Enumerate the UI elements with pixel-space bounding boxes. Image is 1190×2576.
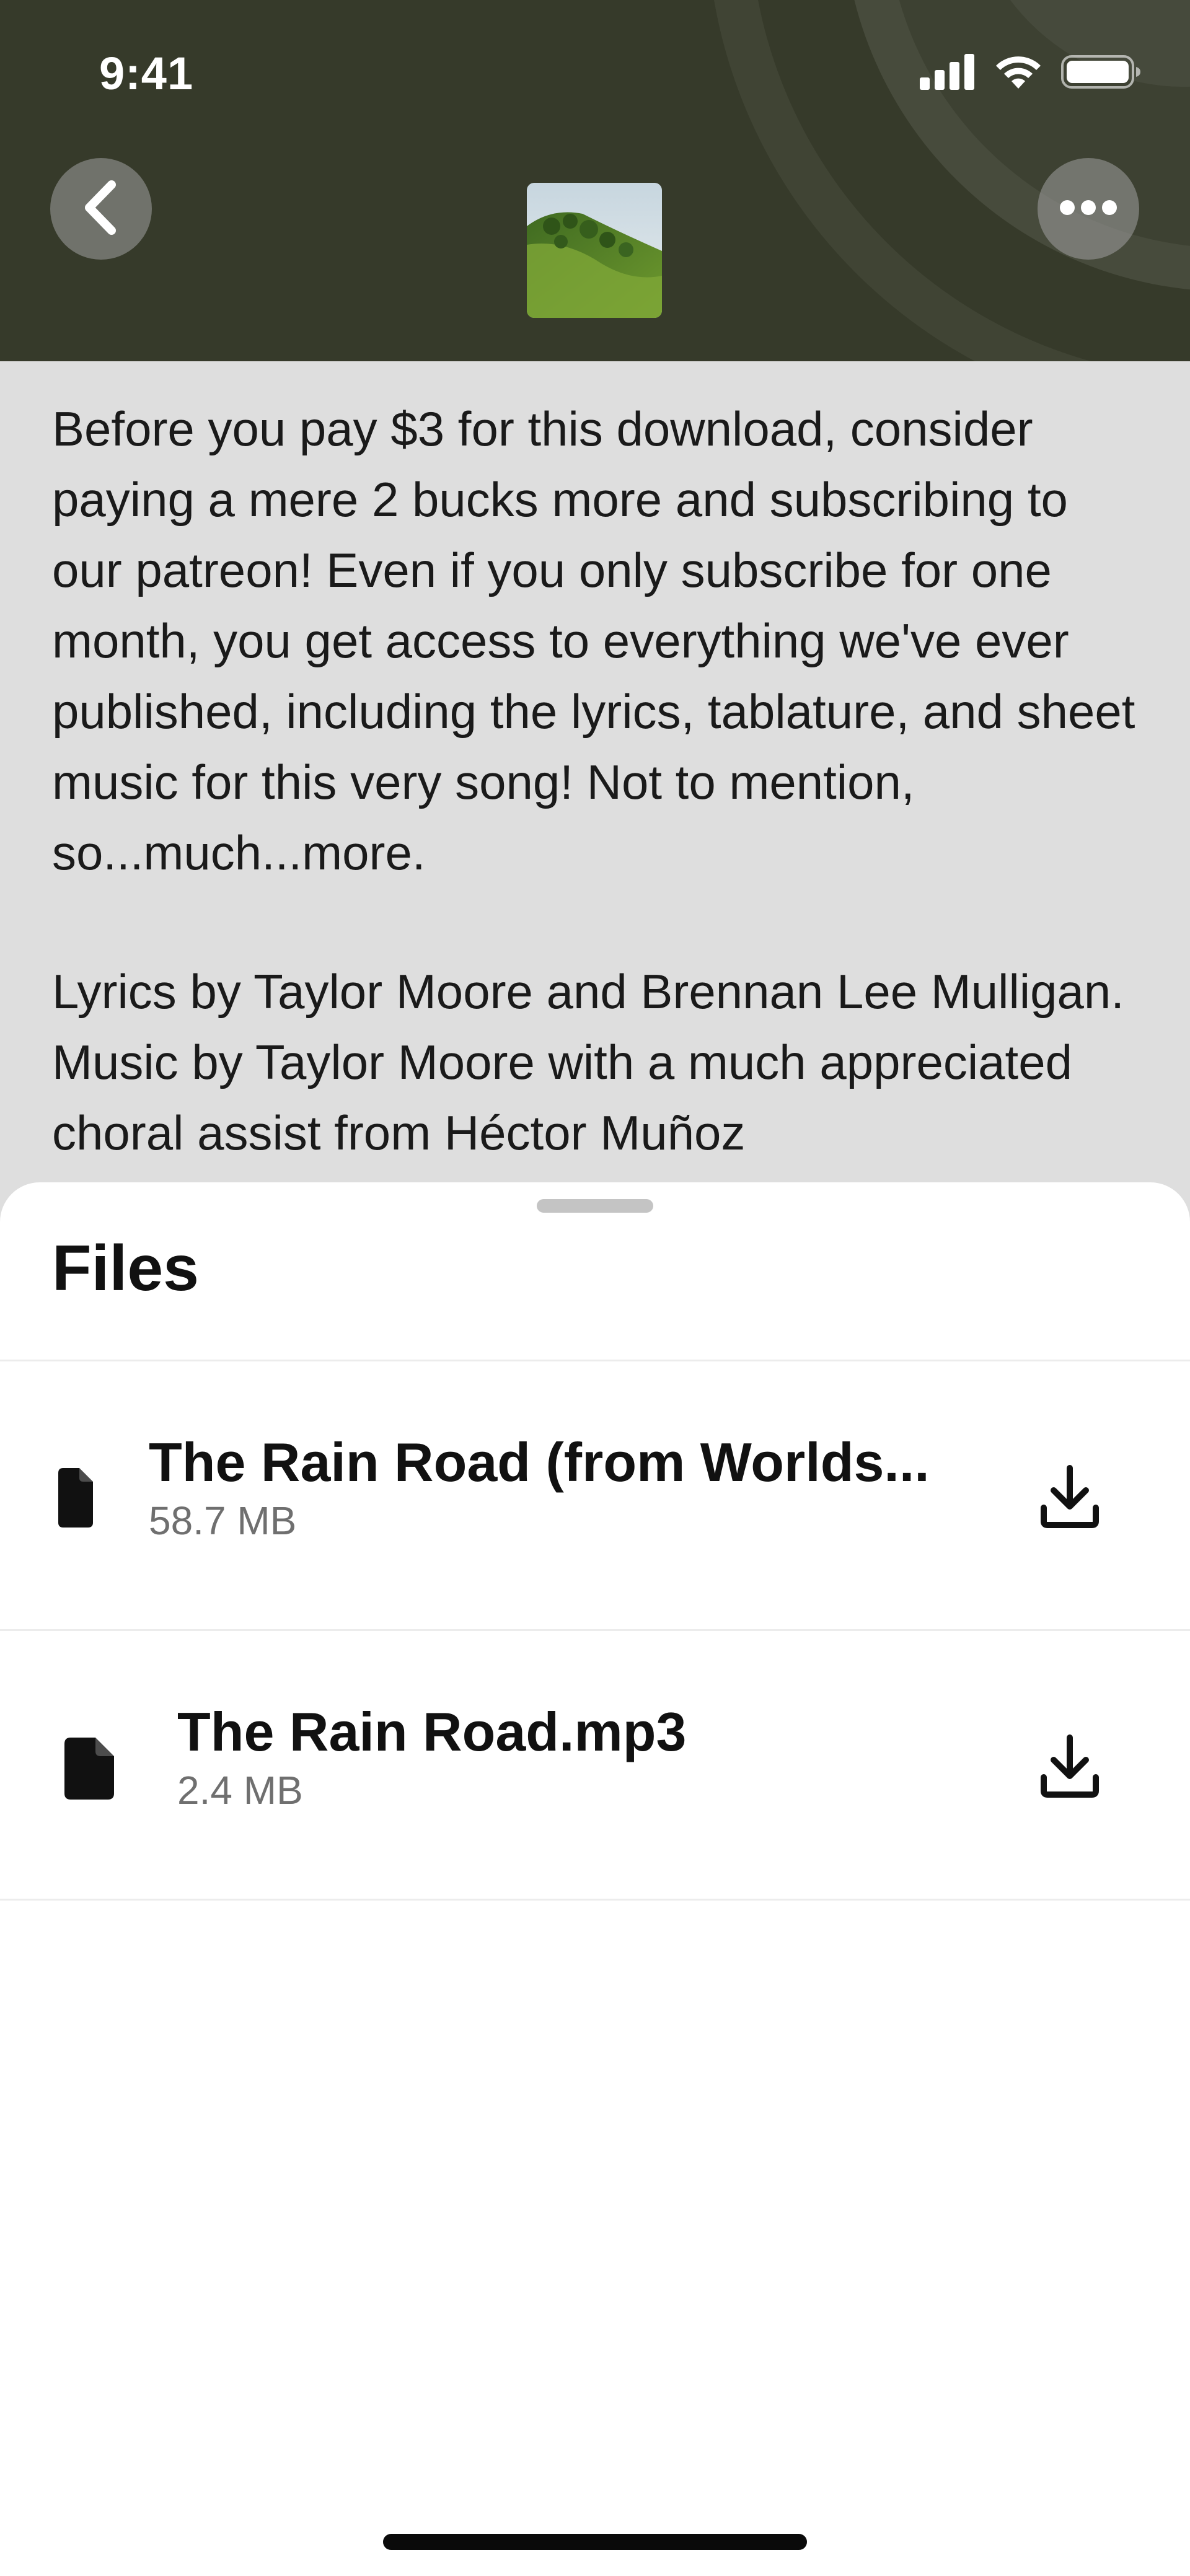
file-row[interactable]: The Rain Road.mp3 2.4 MB <box>0 1631 1190 1899</box>
download-icon <box>1039 1464 1101 1532</box>
description-paragraph: Before you pay $3 for this download, con… <box>52 402 1135 880</box>
cellular-signal-icon <box>920 53 976 93</box>
file-size: 58.7 MB <box>149 1498 297 1543</box>
status-icons <box>920 53 1142 93</box>
wifi-icon <box>994 54 1042 93</box>
product-description: Before you pay $3 for this download, con… <box>52 393 1143 1236</box>
download-button[interactable] <box>1033 1461 1107 1535</box>
file-name: The Rain Road (from Worlds... <box>149 1431 930 1493</box>
battery-icon <box>1061 54 1142 93</box>
chevron-left-icon <box>79 180 123 239</box>
home-indicator[interactable] <box>383 2534 807 2550</box>
file-size: 2.4 MB <box>177 1768 303 1813</box>
description-paragraph: Lyrics by Taylor Moore and Brennan Lee M… <box>52 964 1124 1160</box>
status-time: 9:41 <box>99 48 194 99</box>
file-name: The Rain Road.mp3 <box>177 1701 687 1762</box>
file-icon <box>64 1738 114 1803</box>
download-button[interactable] <box>1033 1730 1107 1805</box>
more-options-button[interactable] <box>1038 158 1139 260</box>
divider <box>0 1899 1190 1901</box>
album-artwork <box>527 183 662 318</box>
ellipsis-icon <box>1057 198 1119 220</box>
sheet-title: Files <box>52 1233 199 1304</box>
file-icon <box>58 1468 93 1531</box>
header: 9:41 <box>0 0 1190 361</box>
files-sheet: Files The Rain Road (from Worlds... 58.7… <box>0 1182 1190 2576</box>
sheet-drag-handle[interactable] <box>537 1199 653 1213</box>
file-row[interactable]: The Rain Road (from Worlds... 58.7 MB <box>0 1361 1190 1629</box>
download-icon <box>1039 1734 1101 1801</box>
back-button[interactable] <box>50 158 152 260</box>
